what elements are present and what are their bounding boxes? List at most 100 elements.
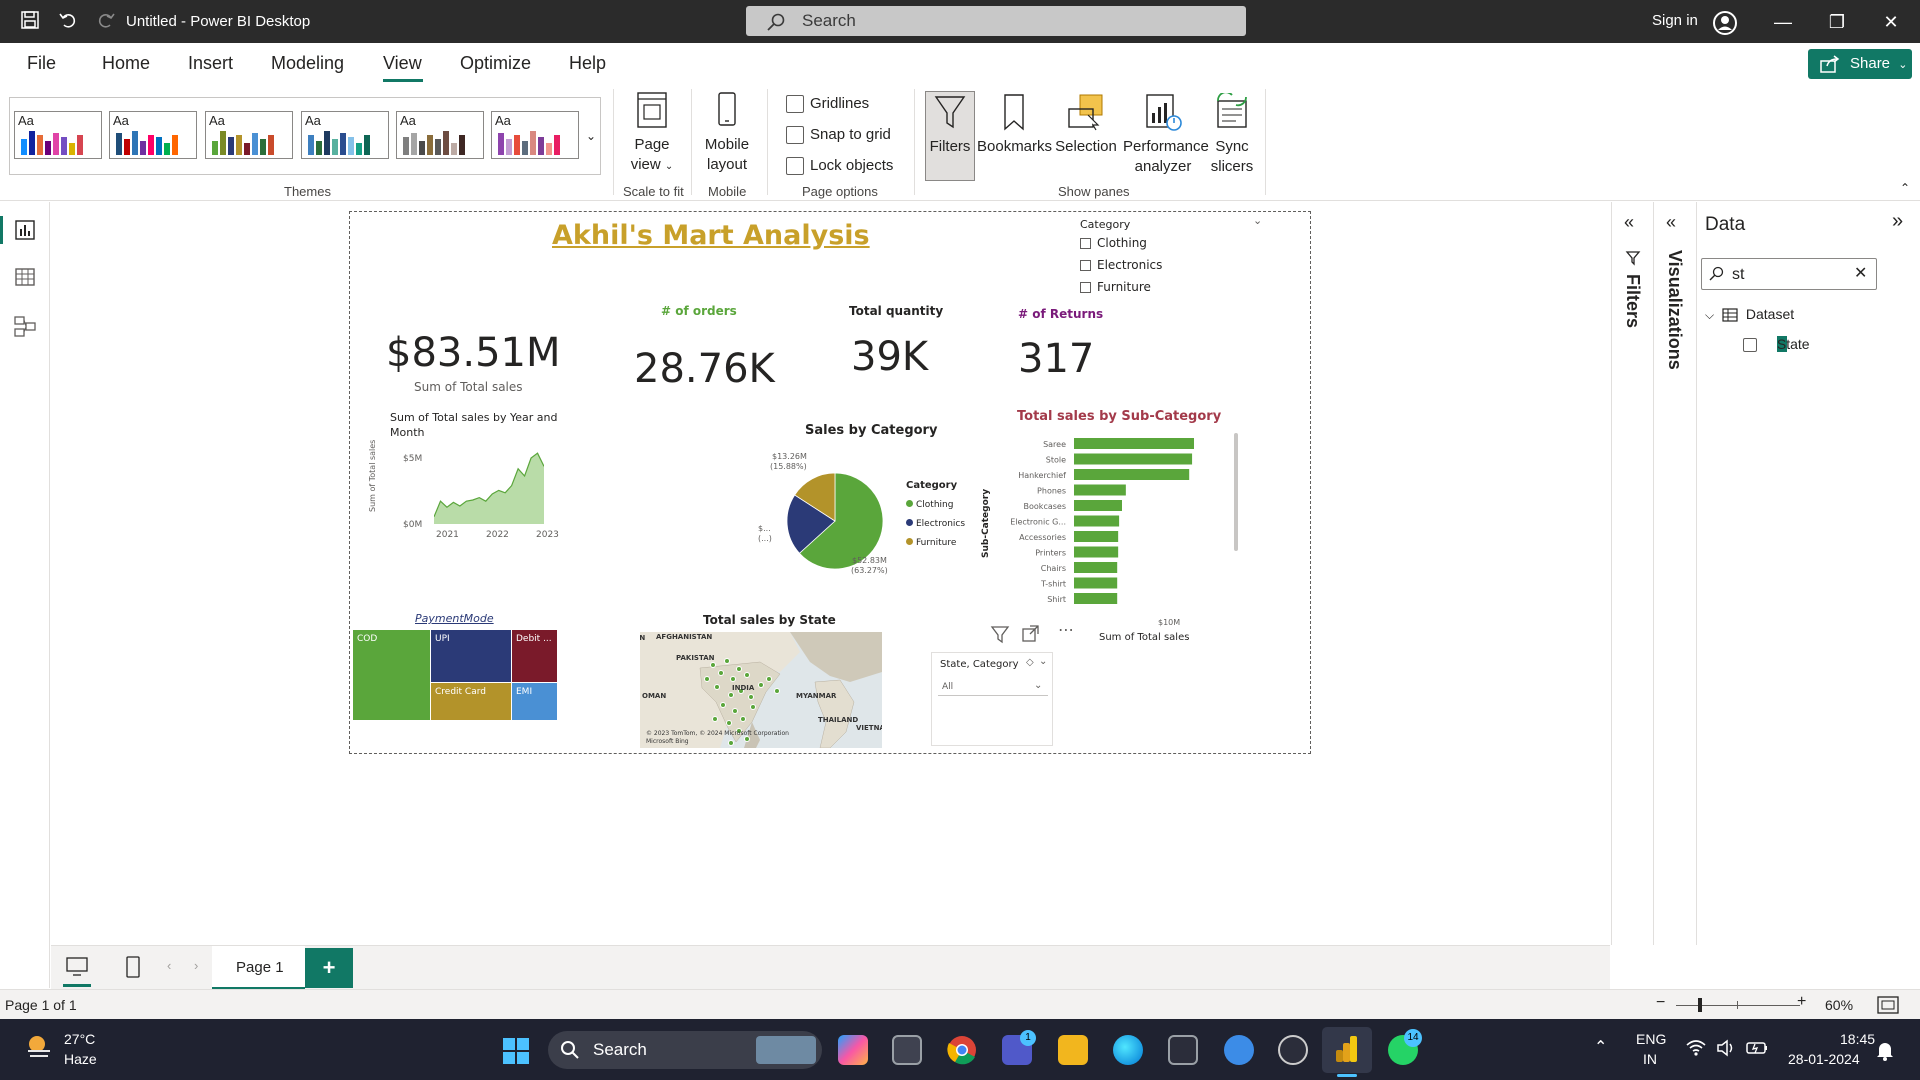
map-bubble[interactable] (740, 716, 746, 722)
bookmarks-pane-button[interactable]: Bookmarks (977, 93, 1052, 157)
bar[interactable] (1074, 469, 1190, 480)
copilot-icon[interactable] (838, 1035, 868, 1065)
map-visual[interactable]: AN AFGHANISTAN PAKISTAN INDIA MYANMAR TH… (640, 632, 882, 748)
map-bubble[interactable] (728, 692, 734, 698)
state-category-slicer[interactable]: State, Category ◇ ⌄ All ⌄ (931, 652, 1053, 746)
tab-help[interactable]: Help (569, 53, 606, 74)
bar-chart-scrollbar[interactable] (1234, 433, 1238, 551)
collapse-data-pane-icon[interactable]: » (1892, 210, 1903, 233)
visualizations-pane-collapsed[interactable]: « Visualizations (1654, 202, 1697, 945)
report-title[interactable]: Akhil's Mart Analysis (552, 220, 870, 251)
file-explorer-icon[interactable] (1058, 1035, 1088, 1065)
map-bubble[interactable] (766, 676, 772, 682)
task-view-icon[interactable] (892, 1035, 922, 1065)
map-bubble[interactable] (710, 662, 716, 668)
save-icon[interactable] (18, 10, 42, 34)
treemap-tile[interactable]: COD (353, 630, 430, 720)
store-icon[interactable] (1168, 1035, 1198, 1065)
bar[interactable] (1074, 515, 1120, 527)
bar[interactable] (1074, 531, 1119, 542)
report-view-icon[interactable] (13, 218, 37, 242)
map-bubble[interactable] (724, 658, 730, 664)
sign-in-link[interactable]: Sign in (1652, 12, 1698, 29)
gridlines-checkbox[interactable]: Gridlines (786, 95, 869, 114)
tab-file[interactable]: File (27, 53, 56, 74)
selection-pane-button[interactable]: Selection (1051, 93, 1121, 157)
model-view-icon[interactable] (13, 314, 37, 338)
search-box[interactable]: Search (746, 6, 1246, 36)
total-sales-card-value[interactable]: $83.51M (386, 330, 560, 376)
power-bi-icon[interactable] (1334, 1034, 1360, 1064)
map-bubble[interactable] (736, 666, 742, 672)
pie-legend-item[interactable]: Furniture (906, 534, 965, 553)
bar[interactable] (1074, 546, 1119, 558)
zoom-in-icon[interactable]: + (1797, 993, 1806, 1011)
bar[interactable] (1074, 438, 1194, 449)
restore-icon[interactable]: ❐ (1822, 10, 1852, 34)
zoom-out-icon[interactable]: − (1656, 994, 1665, 1012)
windows-start-icon[interactable] (502, 1037, 530, 1065)
zoom-slider[interactable] (1676, 1005, 1800, 1006)
treemap-tile[interactable]: Debit ... (512, 630, 557, 682)
undo-icon[interactable] (56, 10, 80, 34)
bar[interactable] (1074, 577, 1118, 589)
theme-thumbnail[interactable]: Aa (396, 111, 484, 159)
battery-icon[interactable] (1746, 1039, 1768, 1057)
map-bubble[interactable] (730, 676, 736, 682)
share-button[interactable]: Share ⌄ (1808, 49, 1912, 79)
filter-icon[interactable] (990, 624, 1010, 644)
pie-legend-item[interactable]: Clothing (906, 496, 965, 515)
slicer-option[interactable]: Electronics (1080, 258, 1162, 272)
edge-icon[interactable] (1113, 1035, 1143, 1065)
tab-view[interactable]: View (383, 53, 422, 74)
chrome-icon[interactable] (947, 1035, 977, 1065)
sync-slicers-button[interactable]: Sync slicers (1205, 93, 1259, 177)
more-options-icon[interactable]: ⋯ (1058, 620, 1074, 639)
page-view-button[interactable]: Page view ⌄ (623, 91, 681, 177)
tab-insert[interactable]: Insert (188, 53, 233, 74)
map-bubble[interactable] (718, 670, 724, 676)
fit-to-page-icon[interactable] (1877, 996, 1899, 1014)
clock-time[interactable]: 18:45 (1840, 1031, 1875, 1047)
map-bubble[interactable] (726, 720, 732, 726)
zoom-slider-thumb[interactable] (1698, 998, 1702, 1012)
chevron-down-icon[interactable]: ⌄ (1039, 656, 1047, 667)
area-chart[interactable] (434, 452, 544, 528)
wifi-icon[interactable] (1686, 1039, 1706, 1057)
bar[interactable] (1074, 500, 1122, 511)
region-label[interactable]: IN (1643, 1051, 1657, 1067)
report-page[interactable]: Akhil's Mart Analysis Category ⌄ Clothin… (349, 211, 1311, 754)
field-checkbox-icon[interactable] (1743, 338, 1757, 353)
orders-card-value[interactable]: 28.76K (634, 346, 775, 392)
theme-thumbnail[interactable]: Aa (491, 111, 579, 159)
table-view-icon[interactable] (13, 265, 37, 289)
performance-analyzer-button[interactable]: Performance analyzer (1119, 93, 1209, 177)
map-bubble[interactable] (728, 740, 734, 746)
expand-filters-icon[interactable]: « (1624, 212, 1634, 233)
map-bubble[interactable] (714, 684, 720, 690)
data-search-input[interactable]: st ✕ (1701, 258, 1877, 290)
messenger-icon[interactable] (1224, 1035, 1254, 1065)
bar[interactable] (1074, 593, 1118, 604)
pie-legend-item[interactable]: Electronics (906, 515, 965, 534)
tab-optimize[interactable]: Optimize (460, 53, 531, 74)
tray-overflow-icon[interactable]: ⌃ (1594, 1037, 1607, 1057)
map-bubble[interactable] (704, 676, 710, 682)
expand-visualizations-icon[interactable]: « (1666, 212, 1676, 233)
weather-haze-icon[interactable] (24, 1031, 54, 1061)
returns-card-value[interactable]: 317 (1018, 336, 1094, 382)
add-page-button[interactable]: + (305, 948, 353, 988)
mobile-layout-icon[interactable] (125, 955, 141, 979)
slicer-option[interactable]: Clothing (1080, 236, 1147, 250)
filters-pane-button[interactable]: Filters (925, 93, 975, 157)
mobile-layout-button[interactable]: Mobile layout (700, 91, 754, 175)
previous-page-icon[interactable]: ‹ (167, 958, 171, 973)
clear-search-icon[interactable]: ✕ (1854, 263, 1867, 283)
treemap-tile[interactable]: Credit Card (431, 683, 511, 720)
theme-thumbnail[interactable]: Aa (301, 111, 389, 159)
chevron-down-icon[interactable]: ⌄ (1253, 214, 1262, 227)
close-icon[interactable]: ✕ (1876, 10, 1906, 34)
filters-pane-collapsed[interactable]: « Filters (1611, 202, 1654, 945)
state-field-item[interactable]: State (1743, 336, 1810, 353)
language-label[interactable]: ENG (1636, 1031, 1666, 1047)
